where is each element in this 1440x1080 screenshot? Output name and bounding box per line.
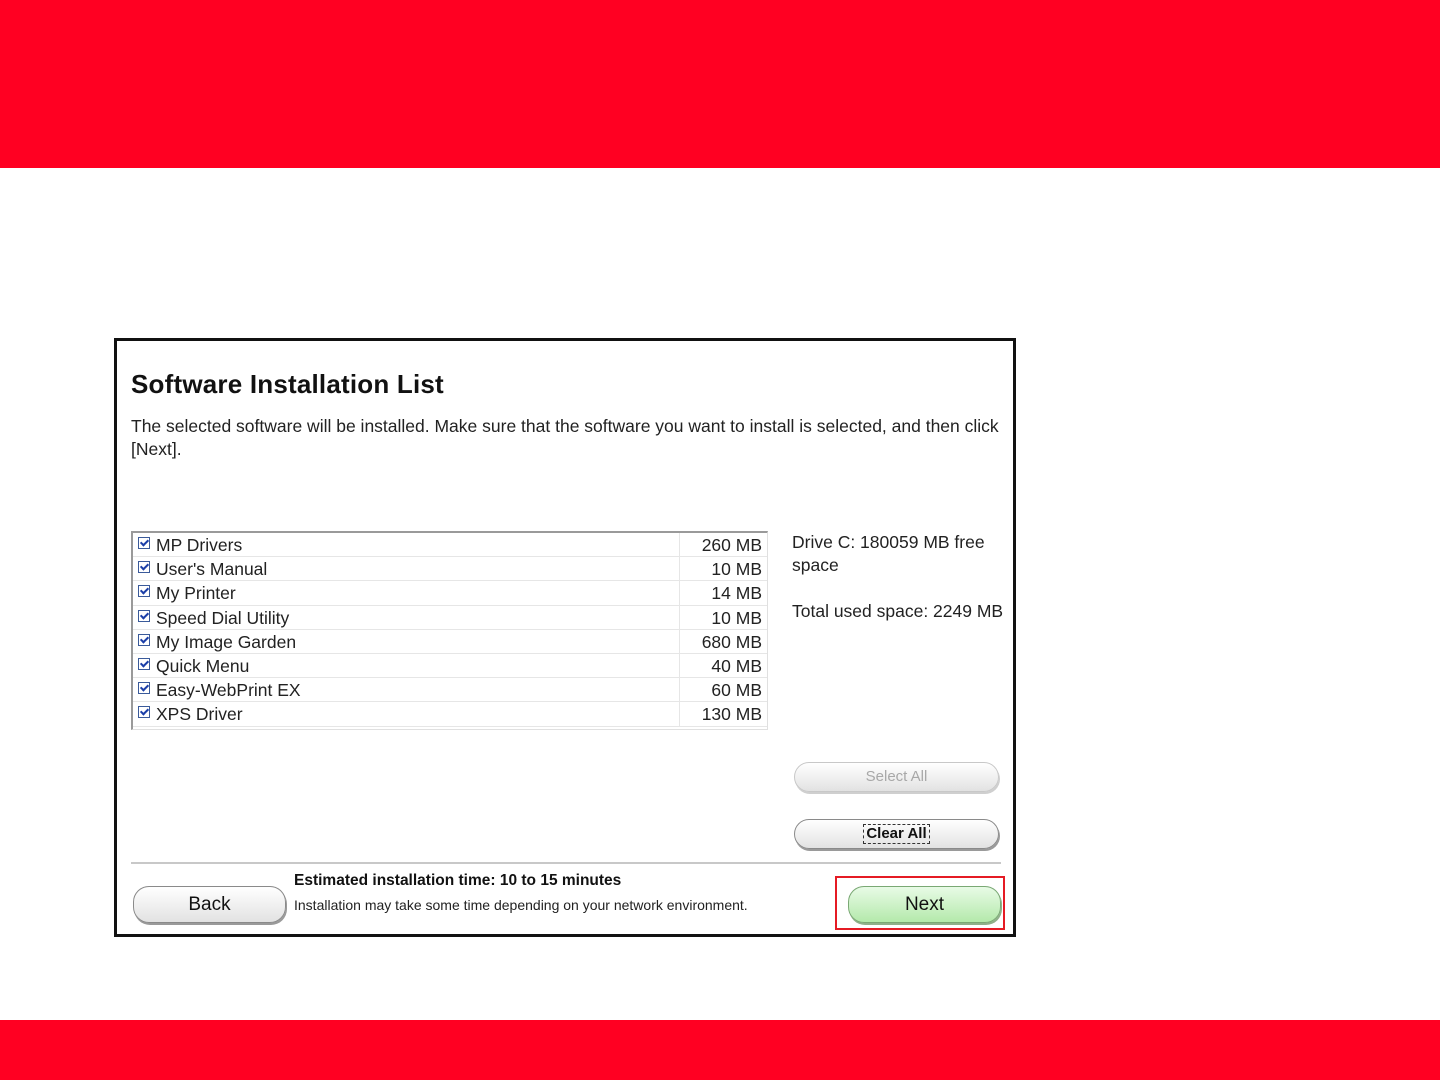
software-name: User's Manual [156,559,268,580]
estimated-time-label: Estimated installation time: 10 to 15 mi… [294,872,622,889]
software-size: 260 MB [701,535,762,555]
total-used-space: Total used space: 2249 MB [792,601,1004,621]
software-list: MP Drivers 260 MB User's Manual 10 MB My… [131,531,768,730]
software-name: MP Drivers [156,535,243,555]
software-size: 10 MB [711,559,762,580]
dialog-title: Software Installation List [131,369,444,399]
software-name: My Image Garden [156,631,297,652]
list-item[interactable]: MP Drivers 260 MB [133,533,767,558]
checkbox-checked[interactable] [138,609,150,622]
footer-divider [131,862,1001,865]
checkbox-checked[interactable] [138,561,150,574]
software-name: XPS Driver [156,704,243,725]
drive-free-space: Drive C: 180059 MB free space [792,532,985,575]
list-item[interactable]: Quick Menu 40 MB [133,653,767,679]
bottom-red-band [0,1020,1440,1080]
software-name: Quick Menu [156,655,250,676]
software-name: My Printer [156,583,236,604]
list-item[interactable]: XPS Driver 130 MB [133,702,767,727]
software-installation-dialog: Software Installation List The selected … [114,338,1016,937]
checkbox-checked[interactable] [138,706,150,719]
software-name: Easy-WebPrint EX [156,680,301,701]
checkbox-checked[interactable] [138,657,150,670]
dialog-description: The selected software will be installed.… [131,416,999,459]
estimated-time-note: Installation may take some time dependin… [294,897,748,913]
list-item[interactable]: Easy-WebPrint EX 60 MB [133,678,767,703]
list-item[interactable]: My Image Garden 680 MB [133,629,767,654]
software-size: 130 MB [701,704,762,725]
clear-all-label: Clear All [863,824,930,844]
list-item[interactable]: Speed Dial Utility 10 MB [133,605,767,630]
checkbox-checked[interactable] [138,633,150,646]
software-name: Speed Dial Utility [156,607,290,628]
disk-space-info: Drive C: 180059 MB free space Total used… [792,531,1007,623]
back-button[interactable]: Back [133,886,286,923]
clear-all-button[interactable]: Clear All [794,819,999,849]
software-size: 60 MB [711,680,762,701]
list-item[interactable]: My Printer 14 MB [133,581,767,606]
software-size: 14 MB [711,583,762,604]
top-red-band [0,0,1440,168]
software-size: 40 MB [711,655,762,676]
select-all-button[interactable]: Select All [794,762,999,792]
checkbox-checked[interactable] [138,537,150,549]
list-item[interactable]: User's Manual 10 MB [133,557,767,582]
checkbox-checked[interactable] [138,585,150,598]
checkbox-checked[interactable] [138,682,150,695]
software-size: 10 MB [711,607,762,628]
next-button[interactable]: Next [848,886,1001,923]
software-size: 680 MB [701,631,762,652]
